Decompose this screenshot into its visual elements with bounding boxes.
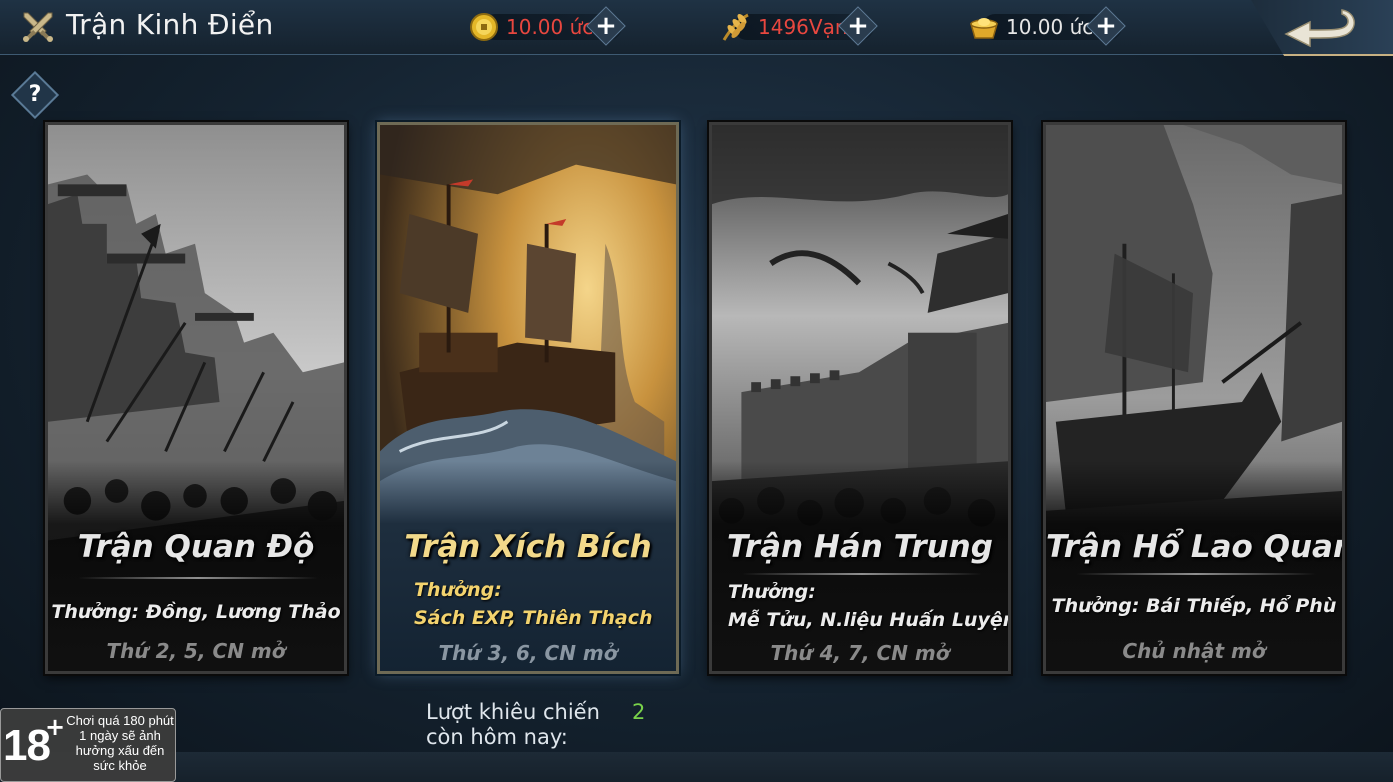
battle-reward: Mễ Tửu, N.liệu Huấn Luyện xyxy=(728,609,1011,631)
battle-reward: Sách EXP, Thiên Thạch xyxy=(414,607,653,629)
grain-value: 1496Vạn xyxy=(758,15,848,39)
battle-schedule: Thứ 2, 5, CN mở xyxy=(106,639,286,663)
battle-card-quan-do[interactable]: Trận Quan Độ Thưởng: Đồng, Lương Thảo Th… xyxy=(45,122,347,674)
grain-resource: 1496Vạn + xyxy=(720,6,890,46)
grain-leaf-icon xyxy=(722,13,749,41)
age-rating-plus: + xyxy=(45,713,66,741)
battle-schedule: Thứ 3, 6, CN mở xyxy=(438,641,618,665)
battle-name: Trận Hán Trung xyxy=(727,529,993,565)
help-label: ? xyxy=(28,82,42,107)
battle-reward-label: Thưởng: xyxy=(414,579,502,601)
battle-reward-label: Thưởng: xyxy=(728,581,816,603)
ingot-resource: 10.00 ức + xyxy=(968,6,1138,46)
remaining-attempts-label: Lượt khiêu chiến còn hôm nay: xyxy=(426,700,600,749)
top-bar: Trận Kinh Điển 10.00 ức + 1496Vạn + 10.0… xyxy=(0,0,1393,56)
remaining-attempts-value: 2 xyxy=(632,700,646,724)
battle-name: Trận Xích Bích xyxy=(404,529,652,565)
battle-name: Trận Hổ Lao Quan xyxy=(1046,529,1345,565)
gold-value: 10.00 ức xyxy=(506,15,594,39)
battle-schedule: Chủ nhật mở xyxy=(1122,639,1266,663)
gold-ingot-icon xyxy=(970,18,998,39)
battle-card-han-trung[interactable]: Trận Hán Trung Thưởng: Mễ Tửu, N.liệu Hu… xyxy=(709,122,1011,674)
bottom-strip xyxy=(0,752,1393,782)
battle-schedule: Thứ 4, 7, CN mở xyxy=(770,641,950,665)
gold-coin-icon xyxy=(470,13,498,41)
crossed-swords-icon xyxy=(23,12,53,42)
ingot-value: 10.00 ức xyxy=(1006,15,1094,39)
age-rating-notice: 18 + Chơi quá 180 phút 1 ngày sẽ ảnh hưở… xyxy=(0,708,176,782)
gold-resource: 10.00 ức + xyxy=(468,6,638,46)
battle-reward: Thưởng: Đồng, Lương Thảo xyxy=(51,601,341,623)
back-arrow-icon[interactable] xyxy=(1280,6,1362,50)
battle-card-ho-lao-quan[interactable]: Trận Hổ Lao Quan Thưởng: Bái Thiếp, Hổ P… xyxy=(1043,122,1345,674)
health-warning-text: Chơi quá 180 phút 1 ngày sẽ ảnh hưởng xấ… xyxy=(66,713,174,773)
help-button[interactable]: ? xyxy=(10,70,60,120)
battle-card-xich-bich[interactable]: Trận Xích Bích Thưởng: Sách EXP, Thiên T… xyxy=(377,122,679,674)
age-rating: 18 xyxy=(3,721,51,770)
battle-name: Trận Quan Độ xyxy=(77,529,315,565)
battle-reward: Thưởng: Bái Thiếp, Hổ Phù xyxy=(1051,595,1337,617)
page-title: Trận Kinh Điển xyxy=(66,8,274,41)
